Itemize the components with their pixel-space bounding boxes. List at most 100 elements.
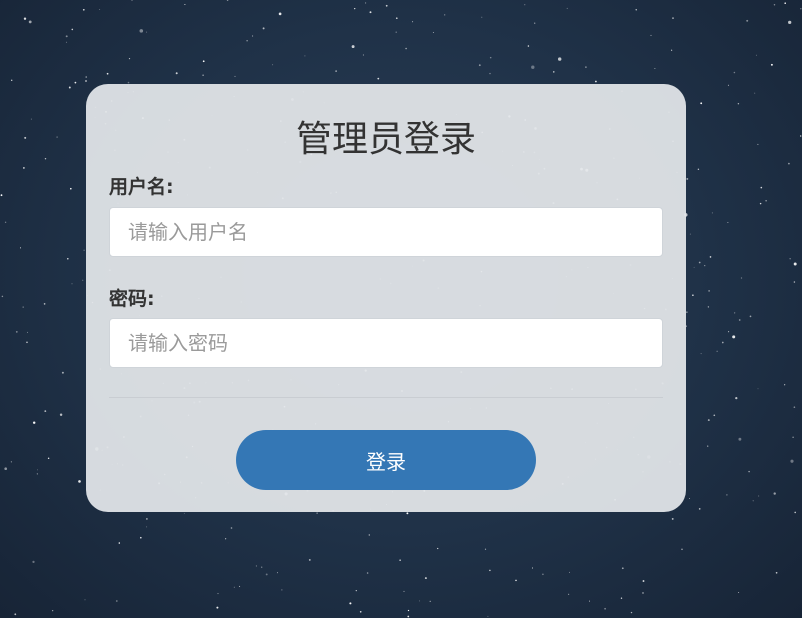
star — [713, 414, 716, 417]
star — [354, 7, 356, 10]
star — [78, 480, 81, 483]
star — [424, 577, 427, 580]
star — [737, 102, 740, 105]
star — [489, 569, 491, 572]
star — [349, 602, 352, 605]
star — [24, 136, 27, 139]
star — [246, 40, 248, 42]
star — [83, 249, 85, 251]
star — [429, 600, 431, 602]
star — [11, 79, 13, 82]
star — [403, 590, 405, 592]
star — [728, 331, 730, 333]
star — [28, 20, 32, 24]
star — [230, 527, 233, 529]
star — [65, 35, 68, 38]
password-input[interactable] — [109, 318, 663, 368]
star — [395, 17, 398, 20]
star — [754, 92, 756, 94]
star — [265, 573, 268, 576]
star — [183, 512, 185, 514]
star — [52, 610, 54, 612]
star — [202, 60, 205, 63]
star — [217, 593, 219, 595]
star — [82, 279, 84, 281]
star — [406, 512, 409, 515]
star — [362, 54, 364, 56]
star — [654, 68, 656, 70]
star — [553, 71, 555, 73]
star — [14, 613, 17, 616]
star — [604, 607, 606, 610]
star — [566, 7, 568, 9]
star — [770, 63, 773, 66]
star — [4, 467, 8, 471]
star — [748, 470, 750, 473]
star — [642, 592, 644, 594]
star — [118, 542, 121, 544]
star — [481, 16, 483, 18]
star — [308, 558, 311, 561]
star — [202, 74, 204, 77]
star — [589, 600, 590, 602]
star — [478, 64, 481, 67]
star — [216, 606, 219, 609]
star — [32, 421, 36, 424]
star — [765, 200, 767, 202]
star — [20, 247, 21, 249]
star — [1, 295, 4, 298]
star — [369, 11, 372, 14]
star — [711, 212, 713, 214]
star — [70, 187, 72, 190]
star — [484, 548, 487, 550]
star — [531, 567, 534, 569]
star — [368, 534, 370, 536]
star — [707, 445, 709, 447]
star — [746, 19, 749, 22]
star — [44, 157, 47, 160]
star — [773, 4, 776, 6]
star — [99, 8, 101, 10]
page-title: 管理员登录 — [295, 119, 476, 160]
star — [335, 70, 337, 72]
star — [671, 49, 673, 51]
star — [789, 258, 791, 260]
star — [620, 597, 623, 599]
divider — [109, 397, 663, 398]
star — [43, 303, 46, 305]
star — [758, 495, 760, 497]
star — [740, 277, 743, 279]
star — [621, 567, 624, 570]
login-button[interactable]: 登录 — [236, 430, 536, 490]
star — [692, 294, 694, 297]
star — [790, 459, 794, 463]
star — [252, 35, 254, 37]
star — [146, 31, 148, 33]
star — [635, 9, 637, 11]
star — [585, 66, 587, 68]
username-input[interactable] — [109, 207, 663, 257]
star — [316, 512, 318, 514]
star — [281, 589, 283, 591]
star — [84, 599, 86, 601]
star — [444, 14, 446, 16]
star — [700, 353, 702, 355]
star — [704, 265, 706, 267]
star — [689, 233, 691, 235]
star — [278, 12, 282, 16]
star — [226, 0, 229, 1]
star — [792, 436, 794, 438]
star — [757, 143, 759, 145]
star — [760, 186, 763, 189]
star — [432, 32, 434, 33]
star — [36, 473, 38, 475]
star — [106, 72, 109, 75]
star — [115, 600, 118, 602]
star — [727, 222, 729, 223]
star — [225, 538, 227, 540]
star — [707, 419, 710, 422]
star — [184, 3, 186, 6]
star — [642, 580, 645, 582]
star — [234, 75, 236, 77]
star — [775, 571, 778, 574]
